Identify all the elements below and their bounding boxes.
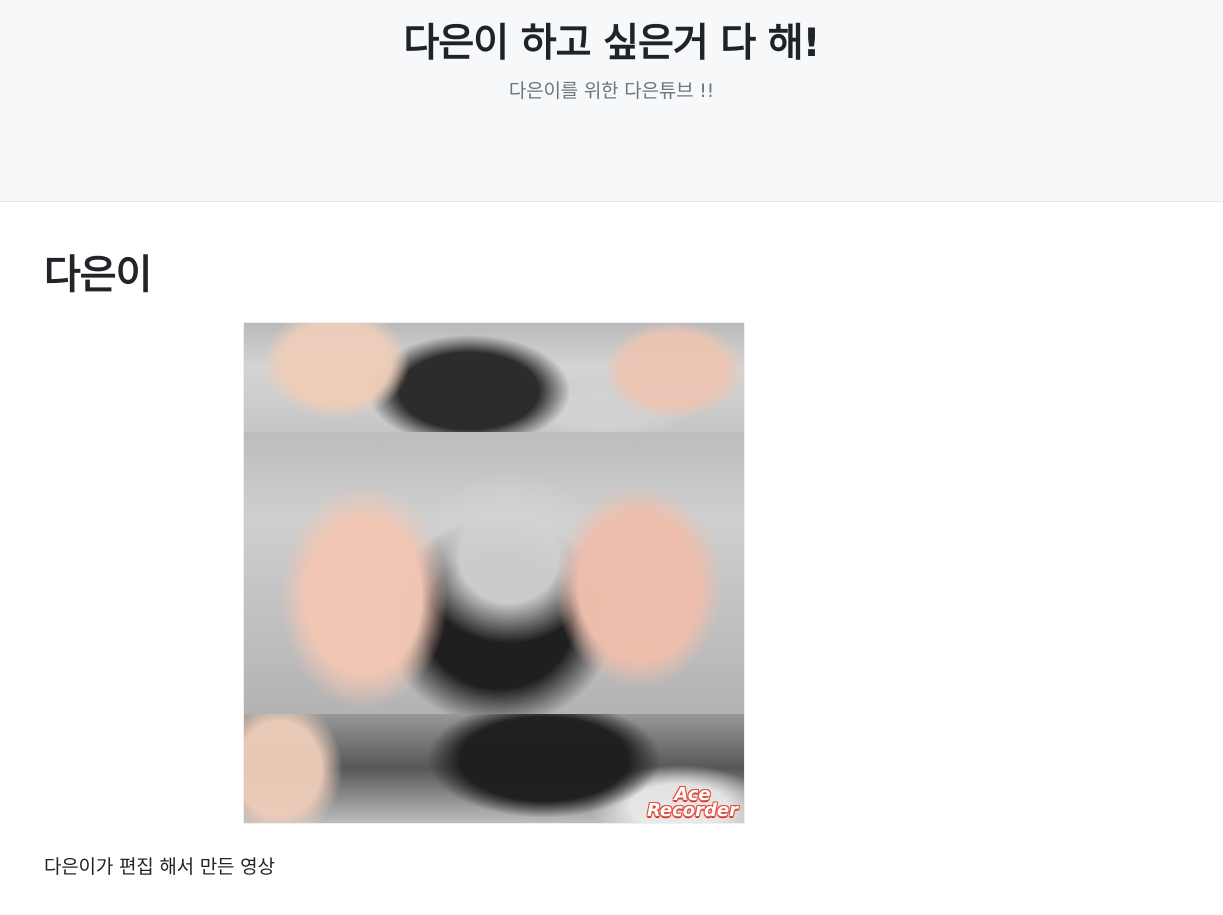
video-frame-main-band xyxy=(244,432,744,714)
video-player[interactable]: Ace Recorder xyxy=(244,323,744,823)
page-subtitle: 다은이를 위한 다은튜브 !! xyxy=(508,80,715,102)
video-frame-top-band xyxy=(244,323,744,432)
section-title: 다은이 xyxy=(44,252,152,298)
hero-header: 다은이 하고 싶은거 다 해! 다은이를 위한 다은튜브 !! xyxy=(0,0,1223,202)
page-title: 다은이 하고 싶은거 다 해! xyxy=(403,21,821,66)
watermark-line-2: Recorder xyxy=(646,800,738,821)
video-caption: 다은이가 편집 해서 만든 영상 xyxy=(44,856,275,878)
ace-recorder-watermark: Ace Recorder xyxy=(646,786,738,821)
main-content: 다은이 Ace Recorder 다은이가 편집 해서 만든 영상 xyxy=(0,202,1223,914)
